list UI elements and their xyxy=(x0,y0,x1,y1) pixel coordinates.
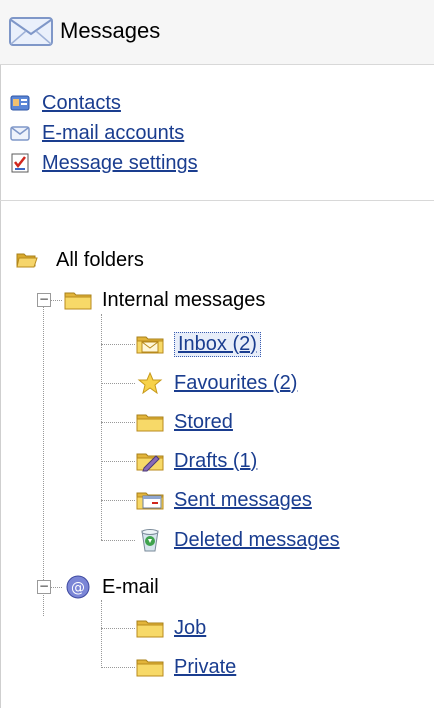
favourites-link[interactable]: Favourites (2) xyxy=(174,372,297,395)
tree-item-stored[interactable]: Stored xyxy=(136,407,233,437)
tree-root-all-folders[interactable]: All folders xyxy=(16,245,144,275)
collapse-toggle[interactable]: − xyxy=(37,580,51,594)
tree-item-sent-messages[interactable]: Sent messages xyxy=(136,485,312,515)
drafts-pencil-icon xyxy=(136,450,164,472)
tree-connector xyxy=(101,383,135,384)
tree-item-job[interactable]: Job xyxy=(136,613,206,643)
folder-icon xyxy=(64,289,92,311)
tree-connector xyxy=(50,587,62,588)
tree-connector xyxy=(101,628,135,629)
open-folder-icon xyxy=(16,251,38,269)
star-icon xyxy=(136,372,164,394)
tree-connector xyxy=(101,422,135,423)
sent-window-icon xyxy=(136,489,164,511)
deleted-messages-link[interactable]: Deleted messages xyxy=(174,529,340,552)
tree-connector xyxy=(101,461,135,462)
inbox-link[interactable]: Inbox (2) xyxy=(174,331,261,357)
inbox-envelope-folder-icon xyxy=(136,333,164,355)
tree-item-deleted-messages[interactable]: Deleted messages xyxy=(136,525,340,555)
tree-connector xyxy=(101,500,135,501)
tree-connector xyxy=(43,306,44,616)
tree-connector xyxy=(101,600,102,666)
tree-item-inbox[interactable]: Inbox (2) xyxy=(136,329,261,359)
folder-tree: All folders − Internal messages Inbox (2… xyxy=(0,0,434,708)
tree-label: Internal messages xyxy=(102,288,266,311)
tree-label: E-mail xyxy=(102,575,159,598)
tree-connector xyxy=(101,540,135,541)
drafts-link[interactable]: Drafts (1) xyxy=(174,450,257,473)
folder-icon xyxy=(136,656,164,678)
at-sign-icon: @ xyxy=(64,575,92,599)
private-link[interactable]: Private xyxy=(174,656,236,679)
svg-text:@: @ xyxy=(71,580,85,596)
folder-icon xyxy=(136,411,164,433)
tree-folder-internal-messages[interactable]: Internal messages xyxy=(64,285,265,315)
tree-folder-email[interactable]: @ E-mail xyxy=(64,572,159,602)
sent-messages-link[interactable]: Sent messages xyxy=(174,489,312,512)
stored-link[interactable]: Stored xyxy=(174,411,233,434)
recycle-bin-icon xyxy=(136,528,164,552)
tree-connector xyxy=(101,344,135,345)
tree-connector xyxy=(101,314,102,540)
tree-connector xyxy=(101,667,135,668)
tree-label: All folders xyxy=(56,248,144,271)
folder-icon xyxy=(136,617,164,639)
tree-item-private[interactable]: Private xyxy=(136,652,236,682)
tree-item-drafts[interactable]: Drafts (1) xyxy=(136,446,257,476)
tree-connector xyxy=(50,300,62,301)
collapse-toggle[interactable]: − xyxy=(37,293,51,307)
job-link[interactable]: Job xyxy=(174,617,206,640)
tree-item-favourites[interactable]: Favourites (2) xyxy=(136,368,297,398)
